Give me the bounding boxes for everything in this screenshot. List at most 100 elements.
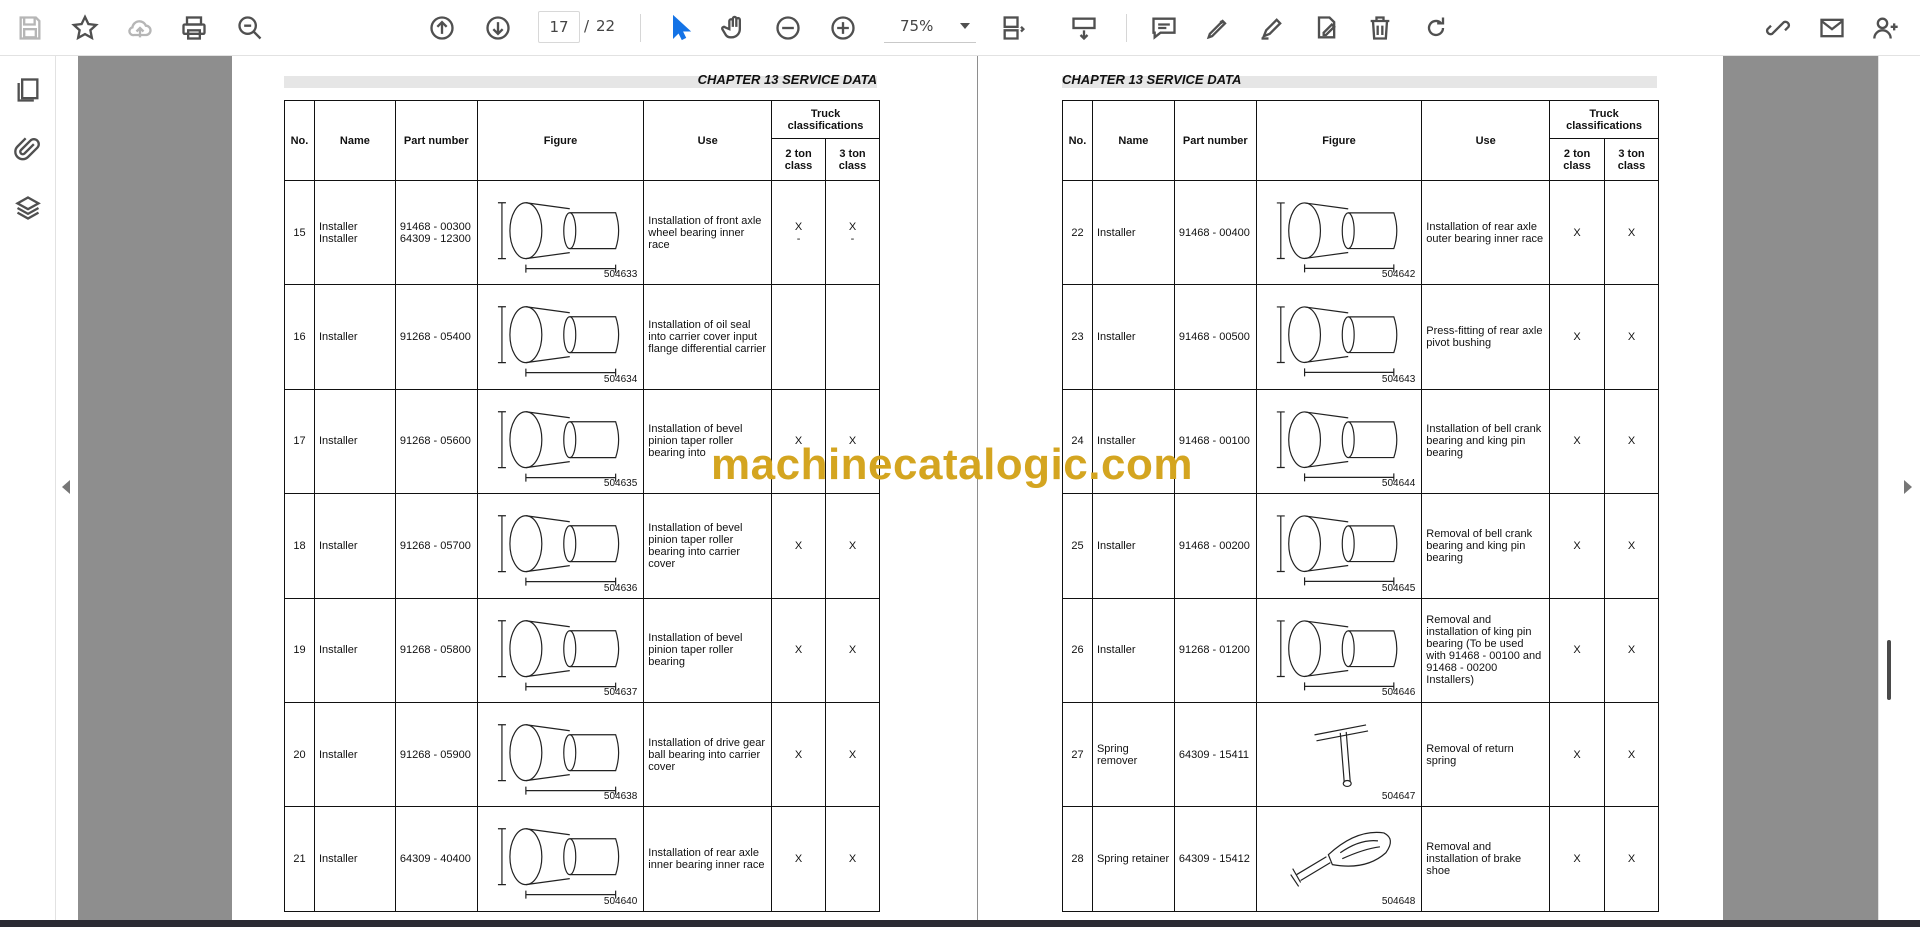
chapter-title: CHAPTER 13 SERVICE DATA [697,72,877,87]
cell-3-ton: X - [825,179,880,286]
cell-use: Press-fitting of rear axle pivot bushing [1421,284,1551,390]
right-panel [1878,56,1920,927]
header-2-ton: 2 ton class [771,138,826,181]
cell-part-number: 91268 - 05800 [394,597,478,703]
cell-name: Installer Installer [313,179,396,286]
document-viewport[interactable]: CHAPTER 13 SERVICE DATA No. Name Part nu… [78,56,1878,920]
email-icon[interactable] [1812,8,1852,48]
collapse-right-panel-icon[interactable] [1904,480,1912,494]
cloud-upload-icon[interactable] [120,8,160,48]
zoom-in-icon[interactable] [823,8,863,48]
service-data-table: No. Name Part number Figure Use Truck cl… [1062,100,1659,912]
table-row: 27 Spring remover 64309 - 15411 504647 Remov… [1062,701,1659,808]
cell-name: Installer [313,284,396,390]
cell-use: Installation of front axle wheel bearing… [643,179,773,286]
save-icon[interactable] [10,8,50,48]
figure-number: 504643 [1381,373,1416,385]
cell-part-number: 91468 - 00500 [1173,284,1257,390]
header-part-number: Part number [394,100,478,181]
delete-trash-icon[interactable] [1360,8,1400,48]
header-use: Use [1421,100,1551,181]
header-name: Name [1091,100,1175,181]
table-row: 26 Installer 91268 - 01200 504646 Removal an… [1062,597,1659,703]
header-figure: Figure [476,100,645,181]
next-page-icon[interactable] [478,8,518,48]
table-row: 16 Installer 91268 - 05400 504634 Installati… [284,284,880,390]
cell-2-ton: X [771,806,826,912]
cell-2-ton: X [1549,701,1606,808]
attachments-paperclip-icon[interactable] [10,132,46,168]
vertical-scrollbar-thumb[interactable] [1887,640,1891,700]
table-row: 21 Installer 64309 - 40400 504640 Installati… [284,806,880,912]
cell-name: Spring remover [1091,701,1175,808]
cell-2-ton: X [1549,284,1606,390]
comment-icon[interactable] [1144,8,1184,48]
table-row: 19 Installer 91268 - 05800 504637 Installati… [284,597,880,703]
cell-figure: 504648 [1255,806,1423,912]
table-row: 23 Installer 91468 - 00500 504643 Press-fitt… [1062,284,1659,390]
cell-use: Removal and installation of king pin bea… [1421,597,1551,703]
scroll-mode-icon[interactable] [1064,8,1104,48]
page-thumbnails-icon[interactable] [10,72,46,108]
zoom-level-dropdown[interactable]: 75% [884,11,976,43]
cell-3-ton: X [825,597,880,703]
bookmark-star-icon[interactable] [65,8,105,48]
header-no: No. [284,100,315,181]
page-fit-icon[interactable] [994,8,1034,48]
cell-name: Installer [313,701,396,808]
figure-number: 504644 [1381,478,1416,490]
total-pages: 22 [596,17,616,35]
hand-pan-icon[interactable] [714,8,754,48]
cell-2-ton: X [1549,388,1606,495]
cell-figure: 504643 [1255,284,1423,390]
cell-name: Spring retainer [1091,806,1175,912]
header-3-ton: 3 ton class [825,138,880,181]
cell-name: Installer [1091,597,1175,703]
cell-use: Removal and installation of brake shoe [1421,806,1551,912]
cell-figure: 504633 [476,179,645,286]
cell-2-ton: X [771,597,826,703]
cell-name: Installer [1091,284,1175,390]
select-cursor-icon[interactable] [660,8,700,48]
cell-use: Installation of drive gear ball bearing … [643,701,773,808]
figure-number: 504634 [603,373,638,385]
header-truck-classifications: Truck classifications [771,100,880,139]
cell-no: 27 [1062,701,1093,808]
cell-no: 17 [284,388,315,495]
main-toolbar: / 22 75% [0,0,1920,56]
edit-document-icon[interactable] [1306,8,1346,48]
cell-3-ton: X [1604,493,1659,599]
cell-figure: 504644 [1255,388,1423,495]
left-sidebar [0,56,56,927]
print-icon[interactable] [174,8,214,48]
cell-part-number: 91268 - 05700 [394,493,478,599]
link-sign-icon[interactable] [1758,8,1798,48]
cell-2-ton: X [771,701,826,808]
draw-pen-icon[interactable] [1252,8,1292,48]
taskbar-strip [0,920,1920,927]
cell-2-ton: X [1549,806,1606,912]
cell-use: Installation of oil seal into carrier co… [643,284,773,390]
cell-3-ton: X [1604,179,1659,286]
redo-icon[interactable] [1416,8,1456,48]
watermark-text: machinecatalogic.com [711,440,1193,489]
cell-3-ton [825,284,880,390]
collapse-left-panel-icon[interactable] [62,480,70,494]
header-no: No. [1062,100,1093,181]
table-row: 15 Installer Installer 91468 - 00300 64309… [284,179,880,286]
page-number-input[interactable] [538,11,580,43]
zoom-out-icon[interactable] [768,8,808,48]
add-user-icon[interactable] [1866,8,1906,48]
cell-part-number: 91468 - 00300 64309 - 12300 [394,179,478,286]
figure-number: 504637 [603,686,638,698]
cell-3-ton: X [825,701,880,808]
zoom-search-icon[interactable] [230,8,270,48]
table-row: 18 Installer 91268 - 05700 504636 Installati… [284,493,880,599]
table-row: 22 Installer 91468 - 00400 504642 Installati… [1062,179,1659,286]
layers-icon[interactable] [10,190,46,226]
header-3-ton: 3 ton class [1604,138,1659,181]
cell-name: Installer [313,493,396,599]
highlight-pen-icon[interactable] [1198,8,1238,48]
previous-page-icon[interactable] [422,8,462,48]
cell-figure: 504646 [1255,597,1423,703]
